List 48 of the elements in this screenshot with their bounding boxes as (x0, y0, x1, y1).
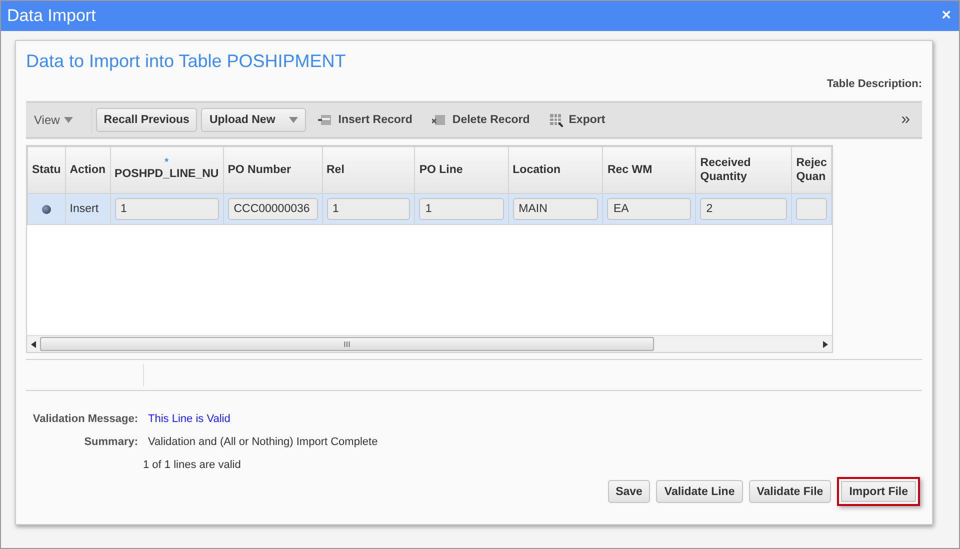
toolbar-button[interactable]: Recall Previous (96, 108, 198, 132)
column-header[interactable]: Action (65, 146, 110, 194)
toolbar-action[interactable]: Insert Record (310, 114, 420, 126)
validation-message: This Line is Valid (148, 413, 232, 425)
cell-field[interactable]: 1 (114, 198, 219, 220)
spreadsheet-icon (550, 114, 563, 126)
table-cell: Insert (65, 194, 110, 224)
table-description-label: Table Description: (826, 78, 922, 92)
scroll-grip: III (344, 340, 350, 348)
action-button[interactable]: Import File (837, 477, 920, 506)
scroll-left-icon (31, 340, 36, 348)
column-header[interactable]: Rel (322, 146, 415, 194)
column-header[interactable]: * POSHPD_LINE_NU (110, 146, 224, 194)
window-title: Data Import (7, 6, 96, 26)
upload-dropdown[interactable]: Upload New (201, 108, 306, 132)
status-dot-icon (42, 204, 51, 214)
column-header[interactable]: Received Quantity (696, 146, 792, 194)
toolbar-action[interactable]: Export (542, 114, 614, 126)
valid-count-text: 1 of 1 lines are valid (143, 459, 242, 471)
action-button[interactable]: Save (608, 480, 650, 503)
cell-field[interactable]: 2 (700, 198, 788, 220)
scroll-right-icon (823, 340, 828, 348)
more-button[interactable]: » (897, 111, 914, 129)
cell-field[interactable]: MAIN (512, 198, 598, 220)
column-header[interactable]: Rec WM (602, 146, 696, 194)
cell-field[interactable]: 1 (419, 198, 504, 220)
summary-text: Validation and (All or Nothing) Import Complete (148, 436, 379, 448)
action-button[interactable]: Validate File (748, 480, 832, 503)
column-header[interactable]: PO Line (414, 146, 508, 194)
toolbar-action[interactable]: Delete Record (424, 114, 538, 126)
horizontal-scrollbar[interactable]: III (27, 335, 832, 352)
cell-field[interactable]: CCC00000036 (228, 198, 318, 220)
cell-field[interactable] (796, 198, 827, 220)
view-menu[interactable]: View (34, 107, 92, 133)
column-header[interactable]: Statu (28, 146, 66, 194)
column-header[interactable]: PO Number (223, 146, 322, 194)
caret-icon (64, 117, 73, 123)
caret-icon (289, 117, 298, 123)
summary-label: Summary: (83, 436, 138, 448)
cell-field[interactable]: EA (607, 198, 692, 220)
insert-row-icon (318, 114, 332, 126)
delete-row-icon (432, 114, 446, 126)
action-button[interactable]: Validate Line (656, 480, 743, 503)
validation-label: Validation Message: (32, 413, 138, 425)
column-header[interactable]: Location (508, 146, 603, 194)
page-heading: Data to Import into Table POSHIPMENT (26, 51, 347, 72)
column-header[interactable]: Rejec Quan (792, 146, 832, 194)
cell-field[interactable]: 1 (326, 198, 410, 220)
